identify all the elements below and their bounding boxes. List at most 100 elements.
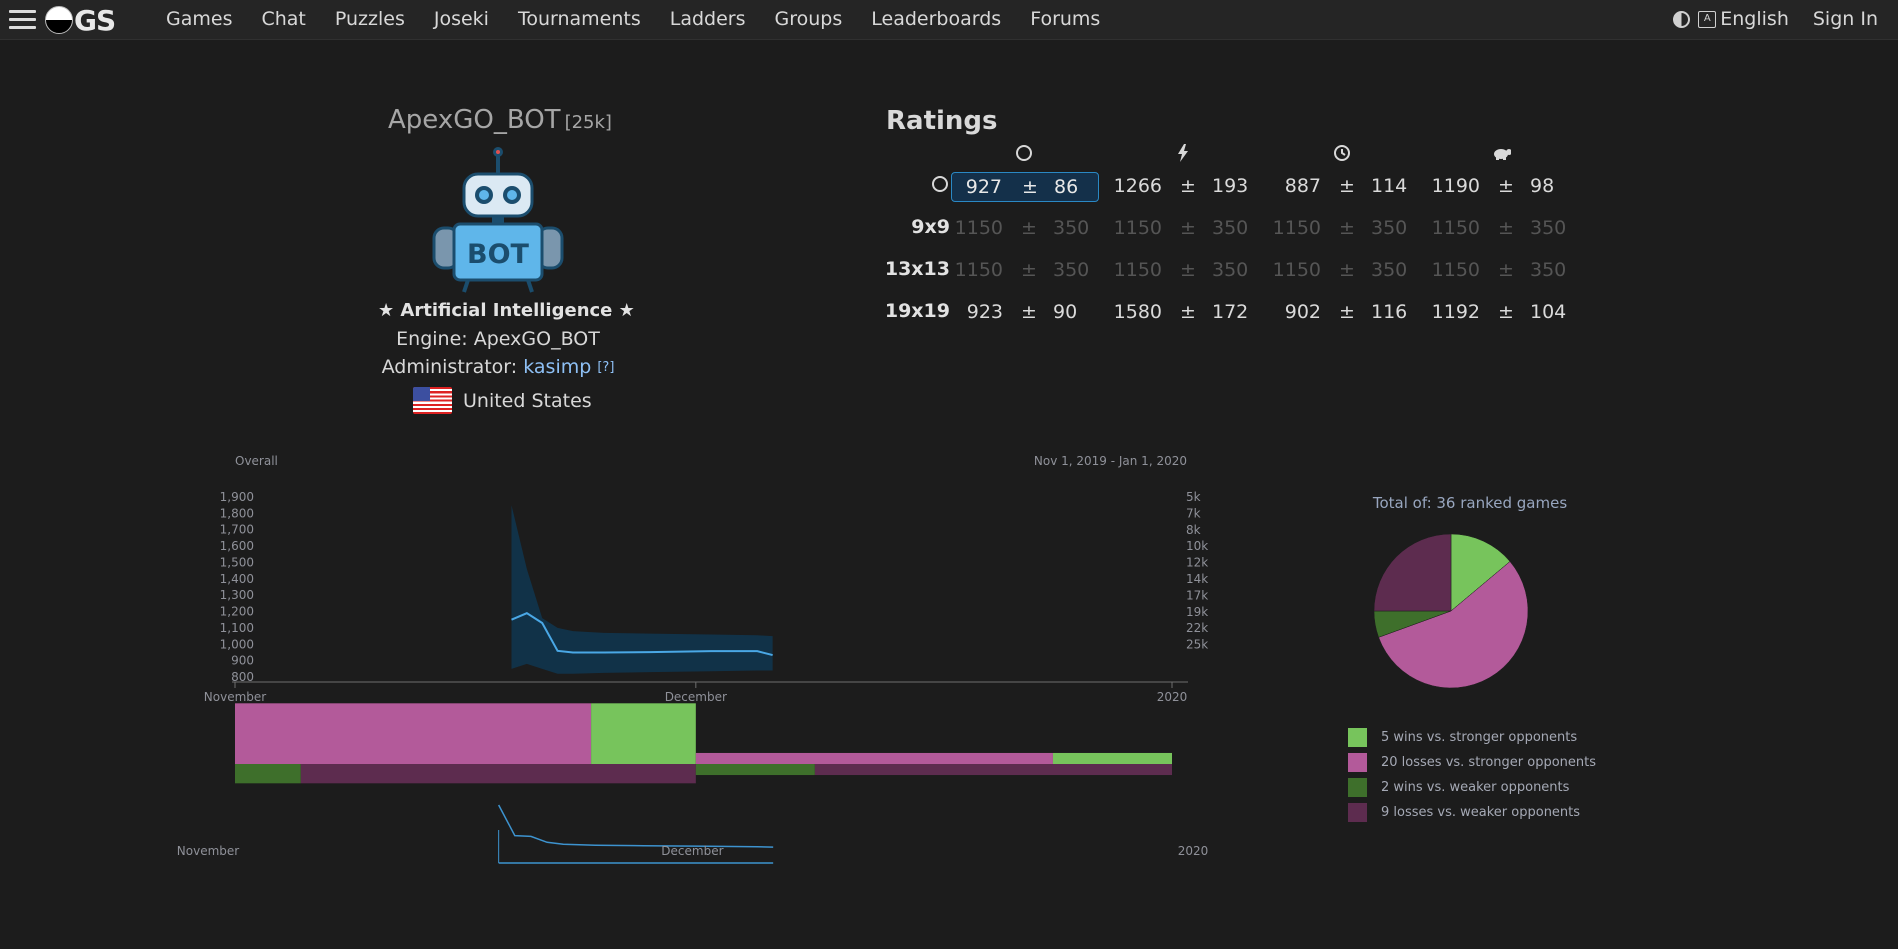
nav-link-groups[interactable]: Groups [775,8,843,30]
y-tick-label: 1,800 [220,506,254,520]
rating-deviation: 98 [1530,175,1555,197]
bar-wins-stronger [591,703,696,764]
rating-cell-9x9-overall[interactable]: 1150 ±350 [951,214,1099,244]
legend-swatch [1348,753,1367,772]
rating-cell-overall-live[interactable]: 887 ±114 [1269,172,1417,202]
y-axis-left: 1,900 1,800 1,700 1,600 1,500 1,400 1,300 1,200… [220,490,254,684]
y-right-tick-label: 7k [1186,506,1201,520]
rating-deviation: 350 [1530,259,1567,281]
legend-label: 5 wins vs. stronger opponents [1381,730,1578,745]
legend-item-losses-stronger: 20 losses vs. stronger opponents [1348,750,1596,775]
nav-links: Games Chat Puzzles Joseki Tournaments La… [166,8,1129,30]
ratings-row-overall [880,174,950,196]
pie-group [1373,533,1529,689]
rating-value: 1150 [1113,259,1162,281]
rating-cell-13x13-live[interactable]: 1150 ±350 [1269,256,1417,286]
star-icon: ★ [378,300,395,321]
nav-link-tournaments[interactable]: Tournaments [518,8,641,30]
y-axis-right: 5k 7k 8k 10k 12k 14k 17k 19k 22k 25k [1186,490,1208,652]
rating-band-group [511,505,773,674]
rating-cell-13x13-blitz[interactable]: 1150 ±350 [1110,256,1258,286]
bar-losses-weaker [300,764,696,784]
admin-link[interactable]: kasimp [523,356,591,378]
rating-value: 927 [965,176,1002,198]
nav-link-ladders[interactable]: Ladders [670,8,746,30]
bar-losses-weaker [814,764,1172,776]
ogs-logo[interactable]: GS [45,3,116,37]
bar-losses-stronger [235,703,592,764]
rating-pm: ± [1021,217,1037,239]
rating-deviation: 350 [1371,259,1408,281]
star-icon: ★ [618,300,635,321]
rating-cell-19x19-correspondence[interactable]: 1192 ±104 [1428,298,1576,328]
y-right-tick-label: 14k [1186,572,1208,586]
rating-cell-19x19-blitz[interactable]: 1580 ±172 [1110,298,1258,328]
navigator-chart[interactable]: November December 2020 [177,804,1208,864]
rating-cell-19x19-live[interactable]: 902 ±116 [1269,298,1417,328]
top-navbar: GS Games Chat Puzzles Joseki Tournaments… [0,0,1898,40]
pie-legend: 5 wins vs. stronger opponents 20 losses … [1348,725,1596,825]
username-text: ApexGO_BOT [388,105,561,135]
nav-link-games[interactable]: Games [166,8,232,30]
bar-wins-stronger [1052,752,1172,764]
x-axis: November December 2020 [204,682,1187,704]
rating-cell-9x9-correspondence[interactable]: 1150 ±350 [1428,214,1576,244]
admin-help-link[interactable]: [?] [597,360,614,375]
y-right-tick-label: 25k [1186,638,1208,652]
country-name: United States [463,389,592,412]
nav-link-puzzles[interactable]: Puzzles [335,8,405,30]
x-tick-label: December [665,690,727,704]
rating-cell-9x9-blitz[interactable]: 1150 ±350 [1110,214,1258,244]
rating-pm: ± [1498,301,1514,323]
language-selector[interactable]: English [1720,8,1789,30]
ratings-row-13x13: 13x13 [884,258,950,280]
nav-link-chat[interactable]: Chat [261,8,305,30]
theme-toggle-icon[interactable] [1673,10,1691,28]
y-tick-label: 1,900 [220,490,254,504]
country-line: United States [413,387,592,414]
rating-deviation-band [511,505,773,674]
rating-cell-overall-overall[interactable]: 927 ±86 [951,172,1099,202]
overall-row-icon [932,176,948,192]
rating-value: 1150 [1272,259,1321,281]
legend-label: 2 wins vs. weaker opponents [1381,780,1570,795]
rating-cell-13x13-correspondence[interactable]: 1150 ±350 [1428,256,1576,286]
rating-value: 1580 [1113,301,1162,323]
legend-swatch [1348,778,1367,797]
rating-pm: ± [1339,301,1355,323]
rating-pm: ± [1180,259,1196,281]
rating-value: 1150 [954,259,1003,281]
admin-label: Administrator: [381,356,518,378]
engine-line: Engine: ApexGO_BOT [360,328,636,350]
overall-icon [1014,143,1034,163]
y-tick-label: 800 [231,670,254,684]
y-tick-label: 900 [231,654,254,668]
us-flag-icon [413,387,452,414]
menu-icon[interactable] [9,10,36,30]
rating-cell-overall-blitz[interactable]: 1266 ±193 [1110,172,1258,202]
nav-link-leaderboards[interactable]: Leaderboards [871,8,1001,30]
rating-cell-19x19-overall[interactable]: 923 ±90 [951,298,1099,328]
pie-slice-losses-stronger [1378,561,1529,689]
profile-username: ApexGO_BOT [25k] [388,105,612,135]
rating-history-chart: Overall Nov 1, 2019 - Jan 1, 2020 1,9001… [177,454,1208,864]
rating-deviation: 172 [1212,301,1249,323]
legend-label: 20 losses vs. stronger opponents [1381,755,1597,770]
ai-label: Artificial Intelligence [400,300,613,321]
rating-cell-overall-correspondence[interactable]: 1190 ±98 [1428,172,1576,202]
pie-slice-wins-stronger [1450,533,1511,612]
rating-pm: ± [1339,217,1355,239]
y-tick-label: 1,500 [220,555,254,569]
rating-cell-9x9-live[interactable]: 1150 ±350 [1269,214,1417,244]
legend-swatch [1348,803,1367,822]
sign-in-link[interactable]: Sign In [1813,8,1878,30]
bar-wins-weaker [235,764,301,784]
rating-cell-13x13-overall[interactable]: 1150 ±350 [951,256,1099,286]
nav-link-forums[interactable]: Forums [1030,8,1100,30]
language-icon[interactable]: A [1698,10,1717,28]
logo-text: GS [74,3,116,37]
rating-deviation: 90 [1053,301,1078,323]
y-tick-label: 1,000 [220,637,254,651]
nav-link-joseki[interactable]: Joseki [434,8,489,30]
rating-deviation: 350 [1053,259,1090,281]
